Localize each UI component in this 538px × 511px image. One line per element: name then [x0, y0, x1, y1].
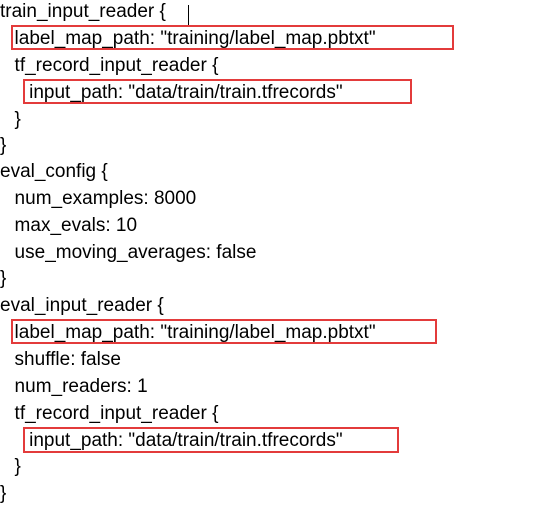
code-line: tf_record_input_reader {: [4, 403, 219, 424]
code-line: input_path: "data/train/train.tfrecords": [8, 430, 343, 451]
code-line: }: [0, 268, 7, 289]
text-cursor: [188, 5, 189, 25]
code-line: tf_record_input_reader {: [4, 55, 219, 76]
code-line: num_readers: 1: [4, 376, 148, 397]
code-line: train_input_reader {: [0, 1, 166, 22]
code-editor[interactable]: train_input_reader { label_map_path: "tr…: [0, 0, 538, 511]
code-line: }: [4, 456, 21, 477]
code-line: input_path: "data/train/train.tfrecords": [8, 82, 343, 103]
code-line: use_moving_averages: false: [4, 242, 257, 263]
code-line: }: [4, 109, 21, 130]
code-line: eval_input_reader {: [0, 295, 164, 316]
code-line: num_examples: 8000: [4, 188, 197, 209]
code-line: label_map_path: "training/label_map.pbtx…: [4, 28, 376, 49]
code-line: }: [0, 483, 7, 504]
code-line: label_map_path: "training/label_map.pbtx…: [4, 322, 376, 343]
code-line: }: [0, 135, 7, 156]
code-line: shuffle: false: [4, 349, 121, 370]
code-line: eval_config {: [0, 161, 108, 182]
code-line: max_evals: 10: [4, 215, 138, 236]
